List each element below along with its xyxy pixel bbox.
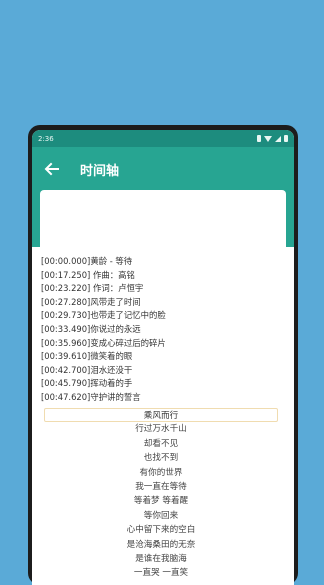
lyric-line[interactable]: 是谁在我脑海 [44,552,278,566]
timeline-entry: [00:23.220] 作词：卢恒宇 [41,283,144,294]
status-bar: 2:36 [32,130,294,147]
lyric-line[interactable]: 也找不到 [44,451,278,465]
status-time: 2:36 [38,134,54,143]
timeline-entry: [00:29.730]也带走了记忆中的脸 [41,310,166,321]
wifi-icon [264,135,272,142]
battery-icon [257,135,261,142]
status-icons [257,135,288,142]
lyric-line-active[interactable]: 乘风而行 [44,408,278,423]
lyric-line[interactable]: 一直哭 一直笑 [44,566,278,580]
phone-frame: 2:36 时间轴 [00:00.000]黄龄 - 等待 [00:17.250] 作… [28,125,298,585]
lyric-line[interactable]: 却看不见 [44,437,278,451]
timeline-entry: [00:35.960]变成心碎过后的碎片 [41,337,166,348]
timeline-entry: [00:00.000]黄龄 - 等待 [41,256,133,266]
timeline-entry: [00:17.250] 作曲：高铭 [41,269,135,280]
timeline-entry: [00:39.610]微笑着的眼 [41,351,133,362]
timeline-entry: [00:45.790]挥动着的手 [41,378,133,389]
page-title: 时间轴 [80,164,120,179]
back-arrow-icon[interactable] [44,161,60,177]
signal-icon [275,135,281,142]
lyric-line[interactable]: 我一直在等待 [44,480,278,494]
lyric-line[interactable]: 行过万水千山 [44,422,278,436]
screen: 2:36 时间轴 [00:00.000]黄龄 - 等待 [00:17.250] 作… [32,130,294,585]
timeline-list: [00:00.000]黄龄 - 等待 [00:17.250] 作曲：高铭 [00:2… [41,255,241,405]
battery-icon [284,135,288,142]
lyric-line[interactable]: 心中留下来的空白 [44,523,278,537]
timeline-entry: [00:27.280]风带走了时间 [41,296,141,307]
lyrics-list: 乘风而行 行过万水千山 却看不见 也找不到 有你的世界 我一直在等待 等着梦 等着醒 等你回来… [44,408,278,581]
lyric-line[interactable]: 等着梦 等着醒 [44,494,278,508]
timeline-entry: [00:42.700]泪水还没干 [41,364,133,375]
timeline-entry: [00:33.490]你说过的永远 [41,323,141,334]
lyric-line[interactable]: 是沧海桑田的无奈 [44,538,278,552]
lyric-line[interactable]: 等你回来 [44,509,278,523]
lyric-line[interactable]: 有你的世界 [44,466,278,480]
timeline-entry: [00:47.620]守护讲的誓言 [41,391,141,402]
